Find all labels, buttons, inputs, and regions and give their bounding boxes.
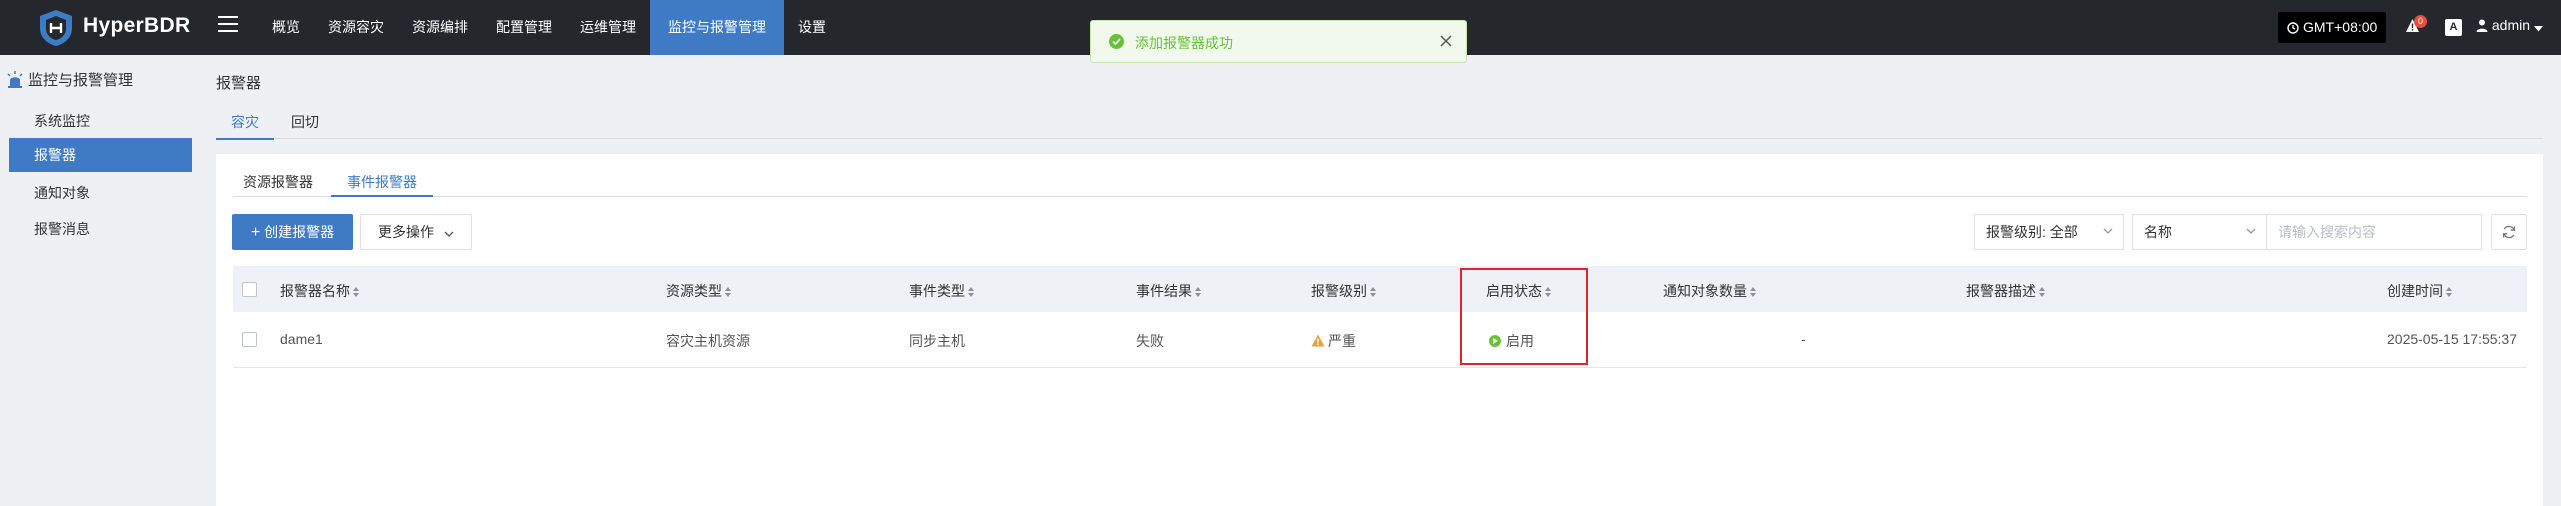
clock-icon xyxy=(2287,22,2299,34)
sidebar-title-label: 监控与报警管理 xyxy=(28,72,134,89)
tab-event-alarms[interactable]: 事件报警器 xyxy=(331,172,433,197)
sidebar-item-alarms[interactable]: 报警器 xyxy=(9,138,192,172)
nav-item-ops[interactable]: 运维管理 xyxy=(566,0,650,55)
caret-down-icon xyxy=(2533,26,2543,32)
nav-item-monitoring[interactable]: 监控与报警管理 xyxy=(650,0,784,55)
alarm-type-tabs: 资源报警器 事件报警器 xyxy=(233,166,2527,197)
plus-icon: + xyxy=(250,224,261,241)
timezone-label: GMT+08:00 xyxy=(2303,19,2378,35)
sort-icon[interactable] xyxy=(1370,286,1376,298)
success-check-icon xyxy=(1109,34,1124,49)
sidebar-item-alarm-messages[interactable]: 报警消息 xyxy=(9,212,192,246)
col-header-resource-type[interactable]: 资源类型 xyxy=(666,281,731,301)
warning-icon xyxy=(1311,334,1325,347)
search-field-select[interactable]: 名称 xyxy=(2132,214,2267,250)
more-actions-button[interactable]: 更多操作 xyxy=(360,214,472,250)
sort-icon[interactable] xyxy=(1195,286,1201,298)
tab-dr[interactable]: 容灾 xyxy=(216,112,274,140)
cell-event-result: 失败 xyxy=(1136,333,1164,349)
col-header-event-type[interactable]: 事件类型 xyxy=(909,281,974,301)
row-checkbox[interactable] xyxy=(242,332,257,347)
translate-icon[interactable]: A xyxy=(2445,19,2462,36)
sort-icon[interactable] xyxy=(1750,286,1756,298)
col-header-name[interactable]: 报警器名称 xyxy=(280,281,359,301)
top-tabs: 容灾 回切 xyxy=(216,110,2543,140)
cell-status: 启用 xyxy=(1489,331,1534,351)
sort-icon[interactable] xyxy=(725,286,731,298)
sidebar: 监控与报警管理 系统监控 报警器 通知对象 报警消息 xyxy=(0,55,200,506)
sort-icon[interactable] xyxy=(353,286,359,298)
nav-item-resource-dr[interactable]: 资源容灾 xyxy=(314,0,398,55)
user-menu[interactable]: admin xyxy=(2476,17,2543,33)
tab-failback[interactable]: 回切 xyxy=(291,112,319,138)
level-label: 严重 xyxy=(1328,333,1356,349)
nav-item-overview[interactable]: 概览 xyxy=(258,0,314,55)
nav-item-orchestration[interactable]: 资源编排 xyxy=(398,0,482,55)
sort-icon[interactable] xyxy=(2446,286,2452,298)
success-toast: 添加报警器成功 xyxy=(1090,20,1467,63)
sidebar-item-notify-targets[interactable]: 通知对象 xyxy=(9,176,192,210)
level-filter-value: 报警级别: 全部 xyxy=(1986,224,2078,240)
user-icon xyxy=(2476,19,2488,32)
main-nav: 概览 资源容灾 资源编排 配置管理 运维管理 监控与报警管理 设置 xyxy=(258,0,840,55)
cell-notify-count: - xyxy=(1801,331,1806,347)
alert-count-badge: 0 xyxy=(2414,15,2427,28)
content-card: 资源报警器 事件报警器 + 创建报警器 更多操作 报警级别: 全部 名称 请输入… xyxy=(216,154,2543,506)
col-header-created[interactable]: 创建时间 xyxy=(2387,281,2452,301)
nav-item-config[interactable]: 配置管理 xyxy=(482,0,566,55)
sort-icon[interactable] xyxy=(2039,286,2045,298)
refresh-icon xyxy=(2502,225,2516,239)
col-header-notify-count[interactable]: 通知对象数量 xyxy=(1663,281,1756,301)
hyperbdr-logo-icon[interactable] xyxy=(38,9,74,47)
cell-resource-type: 容灾主机资源 xyxy=(666,333,750,349)
table-row: dame1 容灾主机资源 同步主机 失败 严重 启用 - 2025-05-15 … xyxy=(233,312,2527,368)
brand-name[interactable]: HyperBDR xyxy=(83,14,190,38)
select-all-checkbox[interactable] xyxy=(242,282,257,297)
alarm-light-icon xyxy=(7,71,23,88)
tab-resource-alarms[interactable]: 资源报警器 xyxy=(243,172,313,195)
username: admin xyxy=(2491,17,2531,33)
enabled-status-icon xyxy=(1489,335,1501,347)
menu-toggle-icon[interactable] xyxy=(218,16,238,36)
chevron-down-icon xyxy=(2103,228,2113,234)
refresh-button[interactable] xyxy=(2491,214,2527,250)
toast-message: 添加报警器成功 xyxy=(1135,35,1233,51)
sidebar-title: 监控与报警管理 xyxy=(6,69,133,90)
alarm-name-link[interactable]: dame1 xyxy=(280,331,323,347)
sort-icon[interactable] xyxy=(1545,286,1551,298)
col-header-level[interactable]: 报警级别 xyxy=(1311,281,1376,301)
cell-level: 严重 xyxy=(1311,331,1356,351)
page-title: 报警器 xyxy=(216,75,262,92)
sort-icon[interactable] xyxy=(968,286,974,298)
chevron-down-icon xyxy=(444,231,454,237)
cell-event-type: 同步主机 xyxy=(909,333,965,349)
cell-created: 2025-05-15 17:55:37 xyxy=(2387,331,2517,347)
create-alarm-label: 创建报警器 xyxy=(264,224,335,240)
search-field-value: 名称 xyxy=(2144,224,2172,240)
chevron-down-icon xyxy=(2246,228,2256,234)
search-input[interactable]: 请输入搜索内容 xyxy=(2267,214,2482,250)
col-header-event-result[interactable]: 事件结果 xyxy=(1136,281,1201,301)
more-actions-label: 更多操作 xyxy=(378,224,435,240)
status-label: 启用 xyxy=(1506,333,1534,349)
sidebar-item-system-monitor[interactable]: 系统监控 xyxy=(9,104,192,138)
nav-item-settings[interactable]: 设置 xyxy=(784,0,840,55)
create-alarm-button[interactable]: + 创建报警器 xyxy=(232,214,353,250)
timezone-button[interactable]: GMT+08:00 xyxy=(2278,12,2387,43)
table-header: 报警器名称 资源类型 事件类型 事件结果 报警级别 启用状态 通知对象数量 报警… xyxy=(233,266,2527,312)
col-header-description[interactable]: 报警器描述 xyxy=(1966,281,2045,301)
col-header-status[interactable]: 启用状态 xyxy=(1486,281,1551,301)
level-filter-select[interactable]: 报警级别: 全部 xyxy=(1974,214,2124,250)
close-icon[interactable] xyxy=(1439,34,1453,48)
